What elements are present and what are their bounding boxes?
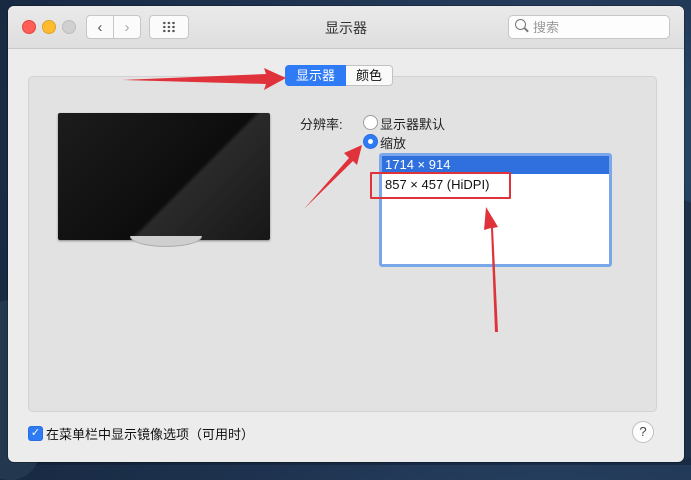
- mirror-option-label[interactable]: 在菜单栏中显示镜像选项（可用时）: [46, 424, 254, 443]
- title-bar: ‹ › 显示器: [8, 6, 684, 49]
- checkmark-icon: ✓: [30, 427, 41, 439]
- tab-color[interactable]: 颜色: [346, 65, 394, 86]
- tab-bar: 显示器 颜色: [285, 65, 394, 86]
- system-preferences-window: ‹ › 显示器 显示器 颜色 分辨率: 显示器默认 缩放 1714 × 914 …: [8, 6, 684, 462]
- monitor-image: [58, 113, 270, 240]
- resolution-list[interactable]: 1714 × 914 857 × 457 (HiDPI): [379, 153, 612, 267]
- help-button[interactable]: ?: [632, 421, 654, 443]
- help-icon: ?: [639, 424, 647, 439]
- radio-default-for-display[interactable]: [363, 115, 378, 130]
- search-field[interactable]: [508, 15, 670, 39]
- radio-label-default[interactable]: 显示器默认: [380, 114, 445, 133]
- search-icon: [515, 19, 526, 30]
- tab-display[interactable]: 显示器: [285, 65, 347, 86]
- annotation-highlight-box: [370, 172, 511, 199]
- search-input[interactable]: [531, 18, 665, 36]
- mirror-option-checkbox[interactable]: ✓: [28, 426, 43, 441]
- resolution-label: 分辨率:: [300, 117, 343, 132]
- radio-scaled[interactable]: [363, 134, 378, 149]
- radio-label-scaled[interactable]: 缩放: [380, 133, 406, 152]
